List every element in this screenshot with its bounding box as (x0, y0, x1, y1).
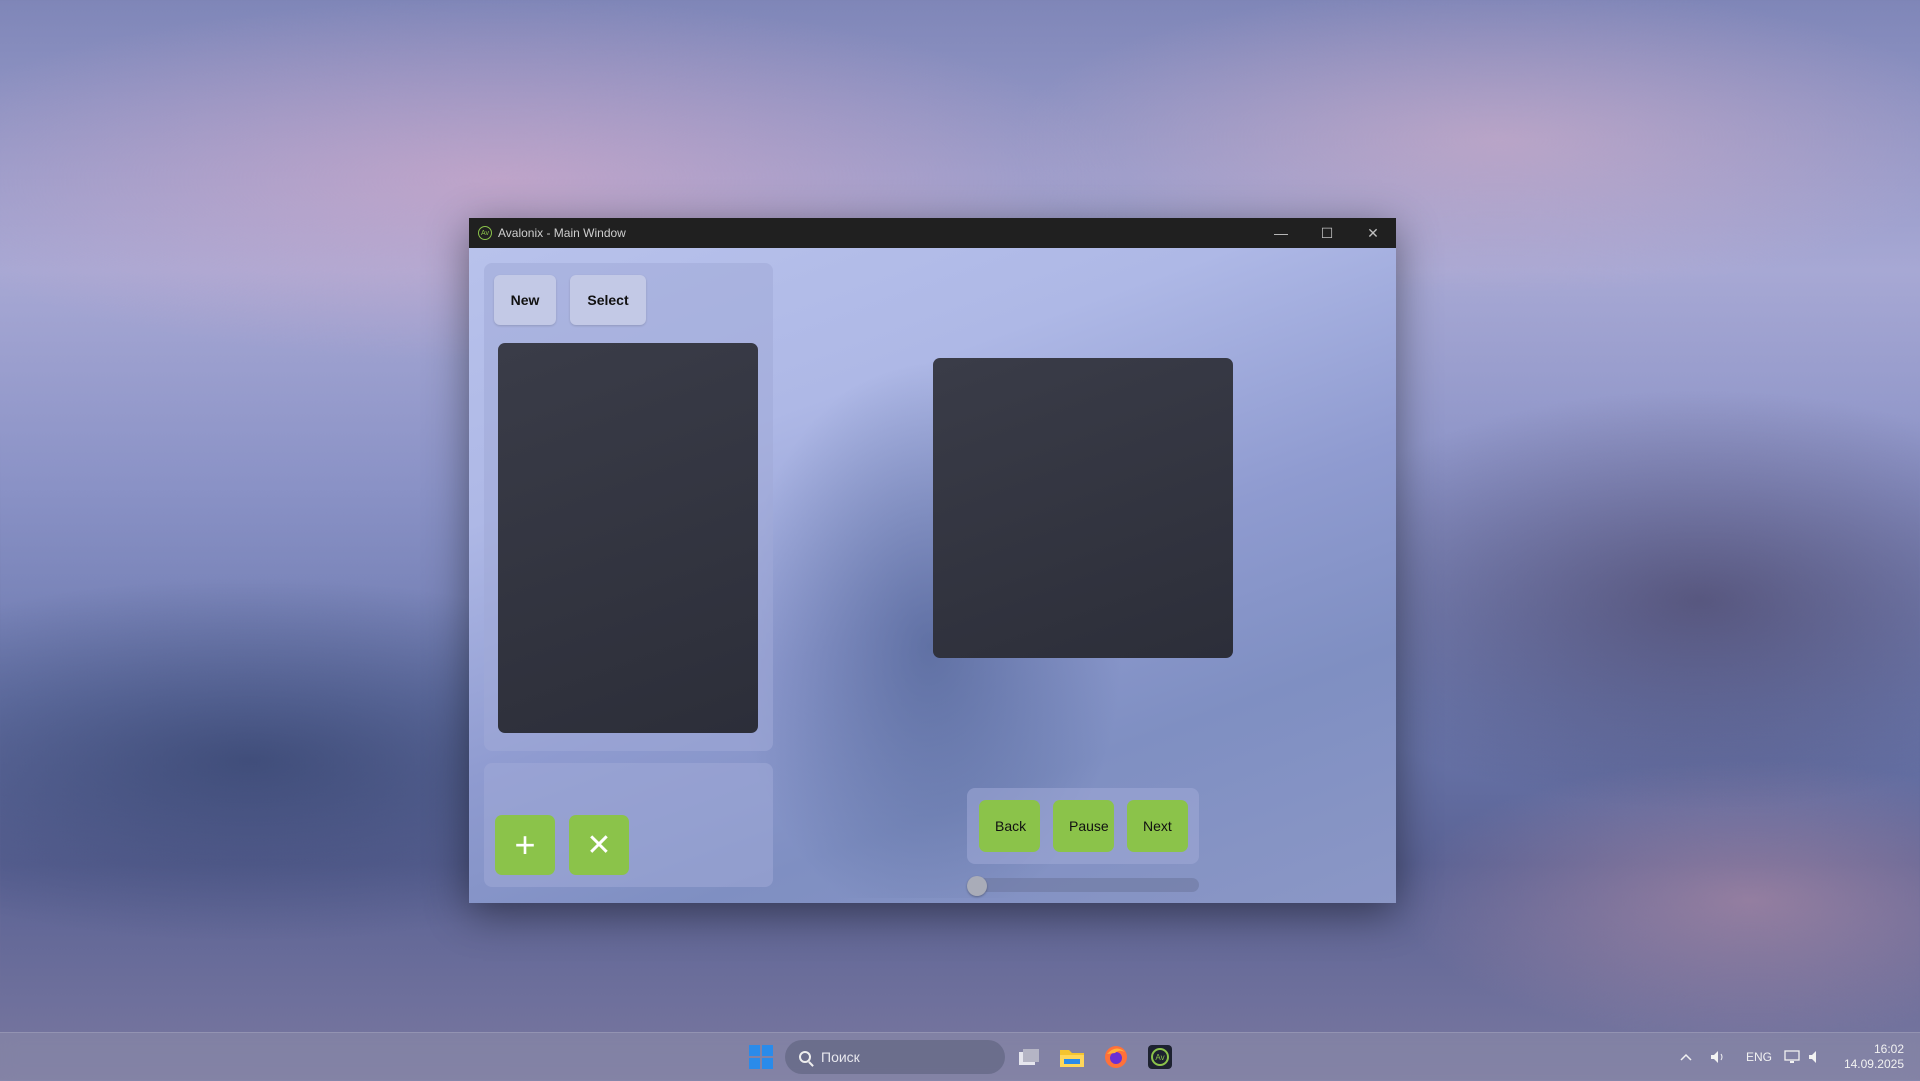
app-icon: Av (478, 226, 492, 240)
plus-icon: + (514, 824, 536, 865)
taskbar-search[interactable]: Поиск (785, 1040, 1005, 1074)
clock-time: 16:02 (1873, 1042, 1904, 1056)
language-indicator[interactable]: ENG (1746, 1033, 1772, 1081)
firefox-icon[interactable] (1100, 1041, 1132, 1073)
track-list[interactable] (498, 343, 758, 733)
windows-logo-icon (749, 1045, 773, 1069)
svg-text:Av: Av (1155, 1053, 1164, 1062)
new-button[interactable]: New (494, 275, 556, 325)
progress-slider[interactable] (967, 876, 1199, 896)
playback-controls: Back Pause Next (967, 788, 1199, 864)
file-explorer-icon[interactable] (1056, 1041, 1088, 1073)
cover-art (933, 358, 1233, 658)
close-icon: ✕ (586, 828, 612, 862)
task-view-icon[interactable] (1013, 1041, 1045, 1073)
title-bar[interactable]: Av Avalonix - Main Window — ☐ ✕ (469, 218, 1396, 248)
volume-icon[interactable] (1808, 1033, 1822, 1081)
pause-button[interactable]: Pause (1053, 800, 1114, 852)
search-placeholder: Поиск (821, 1049, 860, 1065)
slider-thumb[interactable] (967, 876, 987, 896)
start-button[interactable] (745, 1041, 777, 1073)
clock[interactable]: 16:02 14.09.2025 (1840, 1033, 1904, 1081)
minimize-button[interactable]: — (1258, 218, 1304, 248)
back-button[interactable]: Back (979, 800, 1040, 852)
maximize-button[interactable]: ☐ (1304, 218, 1350, 248)
add-button[interactable]: + (495, 815, 555, 875)
taskbar: Поиск Av ENG 16:02 14.09.2025 (0, 1032, 1920, 1081)
close-button[interactable]: ✕ (1350, 218, 1396, 248)
clock-date: 14.09.2025 (1843, 1057, 1904, 1071)
actions-panel: + ✕ (484, 763, 773, 887)
remove-button[interactable]: ✕ (569, 815, 629, 875)
tray-overflow-chevron-icon[interactable] (1680, 1033, 1692, 1081)
window-title: Avalonix - Main Window (498, 226, 626, 240)
select-button[interactable]: Select (570, 275, 646, 325)
speaker-icon[interactable] (1710, 1033, 1726, 1081)
main-window: Av Avalonix - Main Window — ☐ ✕ New Sele… (469, 218, 1396, 903)
avalonix-taskbar-icon[interactable]: Av (1144, 1041, 1176, 1073)
next-button[interactable]: Next (1127, 800, 1188, 852)
library-panel: New Select (484, 263, 773, 751)
network-icon[interactable] (1784, 1033, 1802, 1081)
search-icon (799, 1051, 811, 1063)
